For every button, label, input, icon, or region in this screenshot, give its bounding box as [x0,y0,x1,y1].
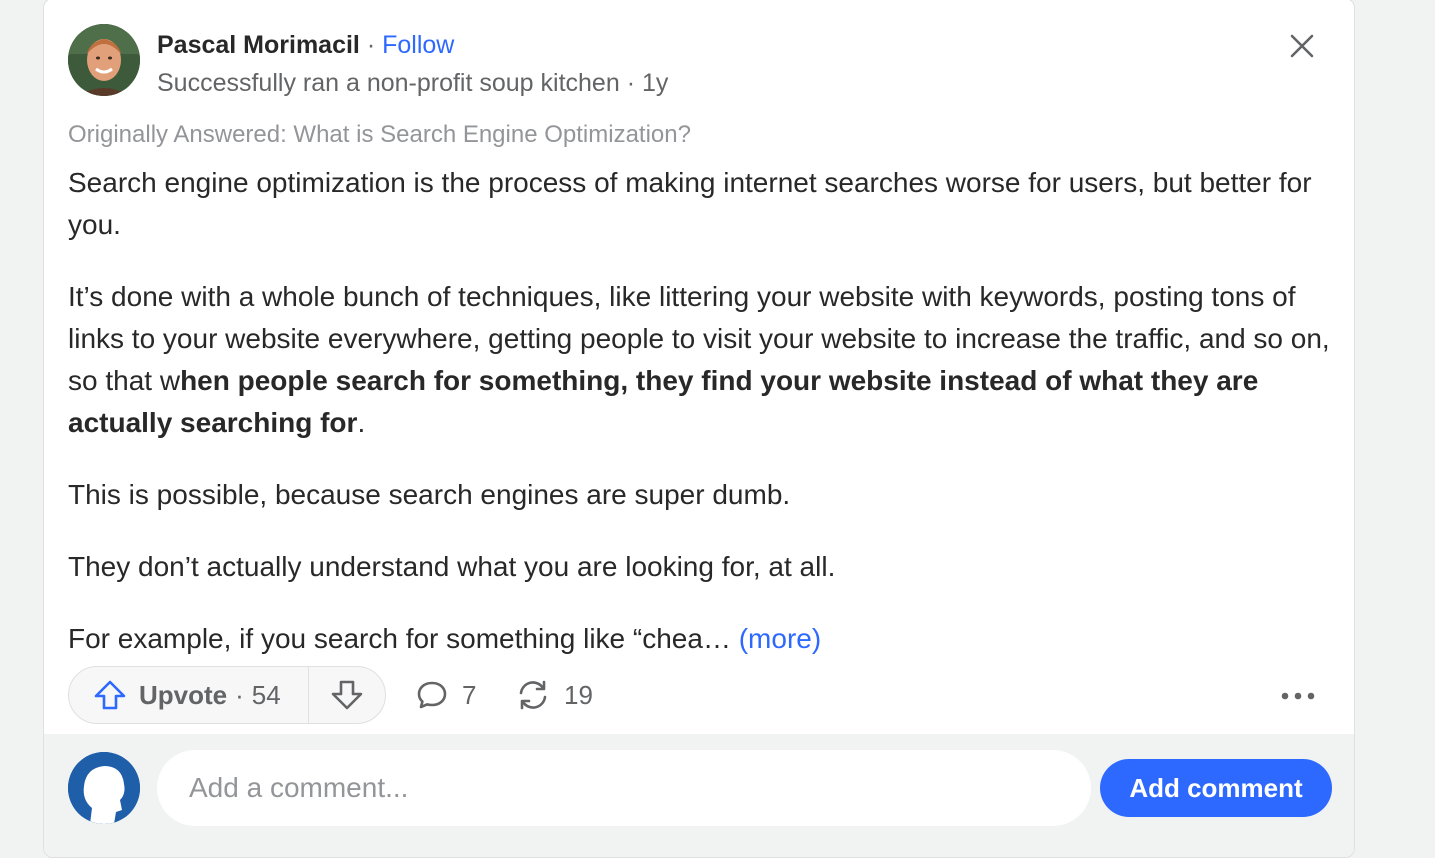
answer-text: . [357,407,366,438]
share-button[interactable]: 19 [516,666,593,724]
originally-answered-question[interactable]: Originally Answered: What is Search Engi… [68,119,691,151]
upvote-label: Upvote [139,679,228,710]
action-bar: Upvote · 54 7 19 [68,666,1330,726]
upvote-arrow-icon [94,680,126,710]
downvote-arrow-icon [331,680,363,710]
author-credential: Successfully ran a non-profit soup kitch… [157,69,669,97]
comment-bubble-icon [417,681,447,709]
share-rotate-icon [519,680,547,710]
follow-button[interactable]: Follow [382,31,454,59]
upvote-count: 54 [251,679,281,710]
downvote-button[interactable] [309,667,385,723]
more-link[interactable]: (more) [739,623,821,654]
answer-body: Search engine optimization is the proces… [68,162,1336,690]
comment-count: 7 [462,679,477,710]
user-avatar [68,752,140,824]
upvote-separator: · [235,679,244,710]
add-comment-button[interactable]: Add comment [1100,759,1332,817]
answer-paragraph: They don’t actually understand what you … [68,551,836,582]
author-name[interactable]: Pascal Morimacil [157,31,360,59]
more-options-button[interactable] [1278,678,1318,714]
answer-header: Pascal Morimacil · Follow Successfully r… [68,24,1330,100]
comment-bar: Add comment [44,734,1354,857]
vote-control: Upvote · 54 [68,666,386,724]
share-count: 19 [564,679,593,710]
answer-bold-text: hen people search for something, they fi… [68,365,1259,438]
answer-paragraph: For example, if you search for something… [68,618,1336,660]
author-avatar[interactable] [68,24,140,96]
more-dots-icon [1281,692,1315,700]
answer-paragraph: It’s done with a whole bunch of techniqu… [68,276,1336,444]
close-button[interactable] [1284,28,1320,64]
comment-button[interactable]: 7 [416,666,476,724]
answer-paragraph: This is possible, because search engines… [68,479,791,510]
author-line: Pascal Morimacil · Follow [157,29,454,61]
author-separator: · [366,31,376,59]
answer-card: Pascal Morimacil · Follow Successfully r… [43,0,1355,858]
answer-paragraph: Search engine optimization is the proces… [68,167,1312,240]
upvote-button[interactable]: Upvote · 54 [69,667,309,723]
close-icon [1290,34,1314,58]
comment-input[interactable] [157,750,1091,826]
answer-text: For example, if you search for something… [68,623,739,654]
